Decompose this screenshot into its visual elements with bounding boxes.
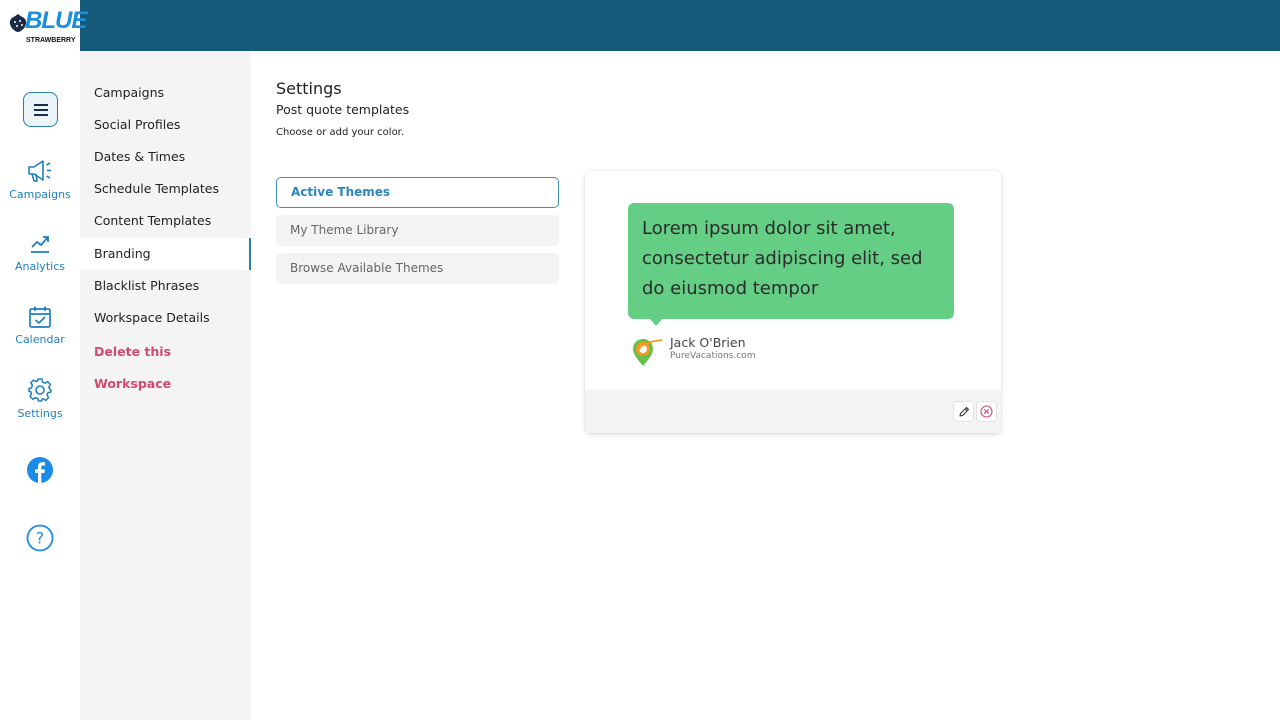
rail-label-calendar: Calendar bbox=[15, 333, 65, 346]
remove-theme-button[interactable] bbox=[976, 401, 997, 422]
main-content: Settings Post quote templates Choose or … bbox=[251, 51, 1280, 720]
logo-text-blue: BLUE bbox=[25, 7, 87, 34]
gear-icon bbox=[28, 378, 52, 402]
calendar-check-icon bbox=[29, 306, 51, 328]
rail-item-analytics[interactable]: Analytics bbox=[0, 232, 80, 273]
subnav-item-blacklist-phrases[interactable]: Blacklist Phrases bbox=[80, 270, 251, 302]
rail-item-campaigns[interactable]: Campaigns bbox=[0, 158, 80, 201]
tab-browse-available-themes[interactable]: Browse Available Themes bbox=[276, 253, 559, 284]
logo-text-strawberry: STRAWBERRY bbox=[26, 37, 76, 44]
rail-item-settings[interactable]: Settings bbox=[0, 377, 80, 420]
author-website: PureVacations.com bbox=[670, 351, 756, 361]
rail-item-help[interactable]: ? bbox=[0, 524, 80, 552]
facebook-icon bbox=[27, 457, 53, 483]
author-logo-icon bbox=[633, 339, 663, 366]
tab-active-themes[interactable]: Active Themes bbox=[276, 177, 559, 208]
rail-label-settings: Settings bbox=[17, 407, 63, 420]
subnav-item-dates-times[interactable]: Dates & Times bbox=[80, 141, 251, 173]
edit-theme-button[interactable] bbox=[953, 401, 974, 422]
theme-preview-card: Lorem ipsum dolor sit amet, consectetur … bbox=[585, 171, 1001, 433]
subnav-item-content-templates[interactable]: Content Templates bbox=[80, 205, 251, 237]
page-subtitle: Post quote templates bbox=[276, 102, 410, 117]
subnav-item-branding[interactable]: Branding bbox=[80, 238, 251, 270]
rail-label-campaigns: Campaigns bbox=[9, 188, 71, 201]
rail-item-calendar[interactable]: Calendar bbox=[0, 305, 80, 346]
remove-circle-icon bbox=[980, 405, 993, 418]
trend-chart-icon bbox=[31, 236, 49, 253]
tab-my-theme-library[interactable]: My Theme Library bbox=[276, 215, 559, 246]
rail-label-analytics: Analytics bbox=[15, 260, 65, 273]
rail-item-facebook[interactable] bbox=[0, 456, 80, 484]
subnav-item-workspace-details[interactable]: Workspace Details bbox=[80, 302, 251, 334]
megaphone-icon bbox=[28, 160, 51, 182]
svg-text:?: ? bbox=[36, 529, 45, 548]
delete-workspace-button[interactable]: Delete this Workspace bbox=[80, 336, 251, 391]
edit-pencil-icon bbox=[958, 406, 969, 417]
author-name: Jack O'Brien bbox=[670, 335, 746, 350]
brand-logo[interactable]: BLUE STRAWBERRY bbox=[0, 0, 87, 51]
page-title: Settings bbox=[276, 79, 342, 98]
theme-card-footer bbox=[585, 390, 1001, 433]
subnav-item-social-profiles[interactable]: Social Profiles bbox=[80, 109, 251, 141]
quote-bubble-tail bbox=[649, 318, 663, 326]
help-icon: ? bbox=[26, 524, 54, 552]
hamburger-icon bbox=[33, 103, 48, 116]
icon-rail: Campaigns Analytics Calendar Settings ? bbox=[0, 51, 80, 720]
subnav-item-schedule-templates[interactable]: Schedule Templates bbox=[80, 173, 251, 205]
subnav-item-campaigns[interactable]: Campaigns bbox=[80, 77, 251, 109]
menu-toggle-button[interactable] bbox=[23, 92, 58, 127]
quote-bubble: Lorem ipsum dolor sit amet, consectetur … bbox=[628, 203, 954, 319]
page-hint: Choose or add your color. bbox=[276, 127, 405, 138]
top-bar bbox=[0, 0, 1280, 51]
settings-subnav: Campaigns Social Profiles Dates & Times … bbox=[80, 51, 251, 720]
